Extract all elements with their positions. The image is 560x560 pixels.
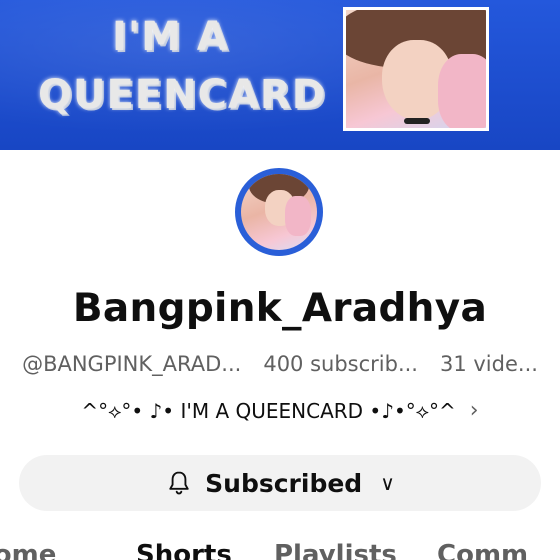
subscribed-button[interactable]: Subscribed ∨	[19, 455, 541, 511]
channel-banner: I'M A QUEENCARD	[0, 0, 560, 150]
channel-meta: @BANGPINK_ARAD... 400 subscrib... 31 vid…	[0, 352, 560, 376]
subscriber-count: 400 subscrib...	[263, 352, 418, 376]
tab-playlists[interactable]: Playlists	[274, 540, 397, 560]
subscribed-label: Subscribed	[205, 468, 363, 498]
channel-avatar[interactable]	[235, 168, 323, 256]
banner-text-line2: QUEENCARD	[38, 72, 326, 118]
tab-community[interactable]: Comm	[437, 540, 528, 560]
banner-photo	[343, 7, 489, 131]
description-text: ^°⟡°• ♪• I'M A QUEENCARD •♪•°⟡°^	[81, 398, 456, 423]
channel-name: Bangpink_Aradhya	[72, 286, 488, 331]
channel-handle: @BANGPINK_ARAD...	[22, 352, 242, 376]
chevron-right-icon: ›	[469, 398, 479, 423]
bell-icon	[169, 471, 189, 495]
chevron-down-icon: ∨	[380, 471, 395, 495]
video-count: 31 vide...	[439, 352, 538, 376]
channel-tabs: Home Shorts Playlists Comm	[0, 540, 560, 560]
channel-description[interactable]: ^°⟡°• ♪• I'M A QUEENCARD •♪•°⟡°^ ›	[0, 398, 560, 423]
tab-shorts[interactable]: Shorts	[136, 540, 232, 560]
tab-home[interactable]: Home	[0, 540, 56, 560]
banner-text-line1: I'M A	[112, 14, 229, 60]
